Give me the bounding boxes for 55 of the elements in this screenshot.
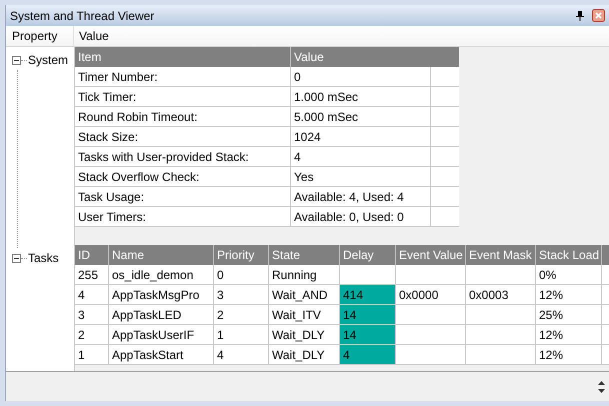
tree-item[interactable]: System xyxy=(27,51,68,69)
table-cell: 2 xyxy=(214,305,269,324)
table-cell: 4 xyxy=(214,345,269,364)
table-cell: Tick Timer: xyxy=(75,87,291,106)
column-header[interactable]: Value xyxy=(74,27,109,45)
table-cell: 14 xyxy=(340,325,396,344)
table-cell: AppTaskUserIF xyxy=(109,325,214,344)
table-cell: User Timers: xyxy=(75,207,291,226)
scroll-down-icon[interactable] xyxy=(598,388,605,392)
table-cell: Timer Number: xyxy=(75,67,291,86)
table-cell: 1024 xyxy=(291,127,431,146)
table-cell: 414 xyxy=(340,285,396,304)
table-cell: 0% xyxy=(536,265,602,284)
table-cell: 2 xyxy=(75,325,109,344)
table-cell: 25% xyxy=(536,305,602,324)
table-cell: AppTaskMsgPro xyxy=(109,285,214,304)
column-header[interactable]: Property xyxy=(6,26,74,46)
table-cell: 3 xyxy=(214,285,269,304)
table-cell: Round Robin Timeout: xyxy=(75,107,291,126)
table-cell: 4 xyxy=(340,345,396,364)
table-cell: Running xyxy=(269,265,340,284)
table-cell: AppTaskLED xyxy=(109,305,214,324)
table-cell: 0x0003 xyxy=(466,285,536,304)
table-cell: 12% xyxy=(536,285,602,304)
column-header[interactable]: Value xyxy=(291,47,459,67)
table-cell: 0 xyxy=(214,265,269,284)
window-title: System and Thread Viewer xyxy=(10,8,156,24)
table-cell: 0 xyxy=(291,67,431,86)
table-cell: Yes xyxy=(291,167,431,186)
table-cell: 3 xyxy=(75,305,109,324)
table-cell: 12% xyxy=(536,325,602,344)
table-cell: os_idle_demon xyxy=(109,265,214,284)
table-cell: 1.000 mSec xyxy=(291,87,431,106)
table-cell: 1 xyxy=(214,325,269,344)
table-cell: 4 xyxy=(75,285,109,304)
table-cell: 0x0000 xyxy=(396,285,466,304)
table-cell: Task Usage: xyxy=(75,187,291,206)
table-cell: 1 xyxy=(75,345,109,364)
table-cell: AppTaskStart xyxy=(109,345,214,364)
scroll-up-icon[interactable] xyxy=(598,380,605,384)
table-cell: Available: 4, Used: 4 xyxy=(291,187,431,206)
collapse-icon[interactable] xyxy=(12,56,21,64)
table-cell: Tasks with User-provided Stack: xyxy=(75,147,291,166)
table-cell: Available: 0, Used: 0 xyxy=(291,207,431,226)
table-cell: Stack Overflow Check: xyxy=(75,167,291,186)
table-cell: 5.000 mSec xyxy=(291,107,431,126)
close-icon[interactable] xyxy=(592,9,605,22)
table-cell: 4 xyxy=(291,147,431,166)
table-cell: 14 xyxy=(340,305,396,324)
table-cell: 12% xyxy=(536,345,602,364)
tree-item[interactable]: Tasks xyxy=(27,249,59,267)
collapse-icon[interactable] xyxy=(12,254,21,262)
table-cell: 255 xyxy=(75,265,109,284)
table-cell: Stack Size: xyxy=(75,127,291,146)
pin-icon[interactable] xyxy=(576,10,584,20)
